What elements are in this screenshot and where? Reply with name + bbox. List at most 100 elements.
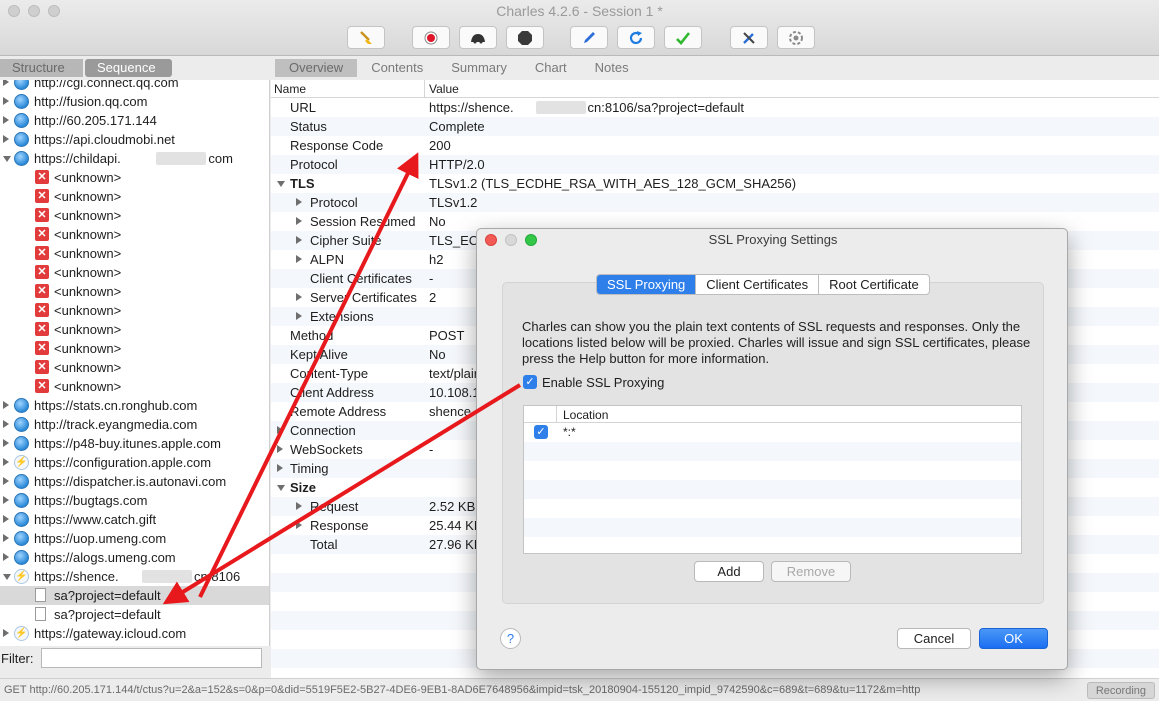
grid-row[interactable]: Protocol HTTP/2.0	[271, 155, 1159, 174]
tree-host-row[interactable]: https://www.catch.gift	[0, 510, 269, 529]
grid-row[interactable]: Status Complete	[271, 117, 1159, 136]
disclosure-collapsed-icon[interactable]	[3, 477, 9, 485]
tree-host-row[interactable]: https://childapi. com	[0, 149, 269, 168]
disclosure-collapsed-icon[interactable]	[277, 464, 283, 472]
tree-host-row[interactable]: http://cgi.connect.qq.com	[0, 80, 269, 92]
tree-child-row[interactable]: sa?project=default	[0, 586, 269, 605]
repeat-button[interactable]	[617, 26, 655, 49]
disclosure-collapsed-icon[interactable]	[277, 445, 283, 453]
tab-sequence[interactable]: Sequence	[85, 59, 172, 77]
disclosure-collapsed-icon[interactable]	[3, 80, 9, 86]
column-header-value[interactable]: Value	[429, 82, 459, 96]
disclosure-collapsed-icon[interactable]	[3, 629, 9, 637]
tab-overview[interactable]: Overview	[275, 59, 358, 77]
tree-host-row[interactable]: https://alogs.umeng.com	[0, 548, 269, 567]
tab-ssl-proxying[interactable]: SSL Proxying	[597, 275, 696, 294]
tree-host-row[interactable]: https://p48-buy.itunes.apple.com	[0, 434, 269, 453]
tab-root-certificate[interactable]: Root Certificate	[818, 275, 929, 294]
tree-child-row[interactable]: ✕ <unknown>	[0, 187, 269, 206]
disclosure-collapsed-icon[interactable]	[3, 135, 9, 143]
tree-host-row[interactable]: http://60.205.171.144	[0, 111, 269, 130]
tab-notes[interactable]: Notes	[581, 59, 643, 77]
settings-button[interactable]	[777, 26, 815, 49]
filter-input[interactable]	[41, 648, 262, 668]
tree-child-row[interactable]: ✕ <unknown>	[0, 301, 269, 320]
tab-contents[interactable]: Contents	[357, 59, 437, 77]
tree-child-row[interactable]: ✕ <unknown>	[0, 282, 269, 301]
disclosure-collapsed-icon[interactable]	[296, 521, 302, 529]
tree-child-row[interactable]: ✕ <unknown>	[0, 244, 269, 263]
disclosure-collapsed-icon[interactable]	[3, 553, 9, 561]
disclosure-collapsed-icon[interactable]	[3, 401, 9, 409]
clear-session-button[interactable]	[347, 26, 385, 49]
tree-child-row[interactable]: ✕ <unknown>	[0, 206, 269, 225]
column-header-name[interactable]: Name	[274, 82, 306, 96]
tree-host-row[interactable]: https://api.cloudmobi.net	[0, 130, 269, 149]
tree-host-row[interactable]: ⚡ https://gateway.icloud.com	[0, 624, 269, 643]
enable-ssl-proxying-label[interactable]: Enable SSL Proxying	[542, 375, 664, 390]
disclosure-collapsed-icon[interactable]	[3, 496, 9, 504]
tree-child-row[interactable]: ✕ <unknown>	[0, 377, 269, 396]
tab-chart[interactable]: Chart	[521, 59, 581, 77]
compose-button[interactable]	[570, 26, 608, 49]
disclosure-collapsed-icon[interactable]	[3, 534, 9, 542]
tree-child-row[interactable]: ✕ <unknown>	[0, 320, 269, 339]
recording-status-button[interactable]: Recording	[1086, 682, 1155, 699]
disclosure-collapsed-icon[interactable]	[3, 439, 9, 447]
disclosure-collapsed-icon[interactable]	[3, 515, 9, 523]
enable-ssl-proxying-checkbox[interactable]: ✓	[523, 375, 537, 389]
remove-location-button[interactable]: Remove	[771, 561, 851, 582]
grid-row[interactable]: TLS TLSv1.2 (TLS_ECDHE_RSA_WITH_AES_128_G…	[271, 174, 1159, 193]
record-button[interactable]	[412, 26, 450, 49]
tree-child-row[interactable]: ✕ <unknown>	[0, 168, 269, 187]
tree-child-row[interactable]: ✕ <unknown>	[0, 358, 269, 377]
disclosure-expanded-icon[interactable]	[277, 181, 285, 187]
disclosure-collapsed-icon[interactable]	[3, 97, 9, 105]
location-enabled-checkbox[interactable]: ✓	[534, 425, 548, 439]
validate-button[interactable]	[664, 26, 702, 49]
disclosure-collapsed-icon[interactable]	[3, 420, 9, 428]
disclosure-expanded-icon[interactable]	[3, 574, 11, 580]
tab-summary[interactable]: Summary	[437, 59, 521, 77]
tree-host-row[interactable]: https://stats.cn.ronghub.com	[0, 396, 269, 415]
grid-row-name: Connection	[290, 423, 356, 438]
throttle-button[interactable]	[459, 26, 497, 49]
tab-structure[interactable]: Structure	[0, 59, 83, 77]
location-column-header[interactable]: Location	[563, 408, 608, 422]
disclosure-collapsed-icon[interactable]	[3, 458, 9, 466]
breakpoints-button[interactable]	[506, 26, 544, 49]
grid-row[interactable]: Protocol TLSv1.2	[271, 193, 1159, 212]
add-location-button[interactable]: Add	[694, 561, 764, 582]
disclosure-collapsed-icon[interactable]	[296, 236, 302, 244]
disclosure-collapsed-icon[interactable]	[296, 293, 302, 301]
disclosure-collapsed-icon[interactable]	[296, 502, 302, 510]
disclosure-collapsed-icon[interactable]	[296, 255, 302, 263]
grid-row[interactable]: URL https://shence. cn:8106/sa?project=def…	[271, 98, 1159, 117]
tree-host-row[interactable]: ⚡ https://configuration.apple.com	[0, 453, 269, 472]
tree-child-row[interactable]: ✕ <unknown>	[0, 263, 269, 282]
tree-host-row[interactable]: http://track.eyangmedia.com	[0, 415, 269, 434]
grid-row[interactable]: Response Code 200	[271, 136, 1159, 155]
disclosure-collapsed-icon[interactable]	[296, 217, 302, 225]
tree-host-row[interactable]: https://bugtags.com	[0, 491, 269, 510]
tree-host-row[interactable]: https://uop.umeng.com	[0, 529, 269, 548]
help-button[interactable]: ?	[500, 628, 521, 649]
disclosure-collapsed-icon[interactable]	[277, 426, 283, 434]
disclosure-collapsed-icon[interactable]	[3, 116, 9, 124]
tree-host-row[interactable]: http://fusion.qq.com	[0, 92, 269, 111]
tree-host-row[interactable]: ⚡ https://shence. cn:8106	[0, 567, 269, 586]
disclosure-collapsed-icon[interactable]	[296, 312, 302, 320]
column-divider	[556, 406, 557, 423]
tree-host-row[interactable]: https://dispatcher.is.autonavi.com	[0, 472, 269, 491]
tools-button[interactable]	[730, 26, 768, 49]
tree-child-row[interactable]: ✕ <unknown>	[0, 339, 269, 358]
location-row[interactable]: ✓ *:*	[524, 423, 1021, 442]
cancel-button[interactable]: Cancel	[897, 628, 971, 649]
tree-child-row[interactable]: sa?project=default	[0, 605, 269, 624]
tree-child-row[interactable]: ✕ <unknown>	[0, 225, 269, 244]
disclosure-expanded-icon[interactable]	[277, 485, 285, 491]
ok-button[interactable]: OK	[979, 628, 1048, 649]
disclosure-collapsed-icon[interactable]	[296, 198, 302, 206]
tab-client-certificates[interactable]: Client Certificates	[695, 275, 818, 294]
disclosure-expanded-icon[interactable]	[3, 156, 11, 162]
